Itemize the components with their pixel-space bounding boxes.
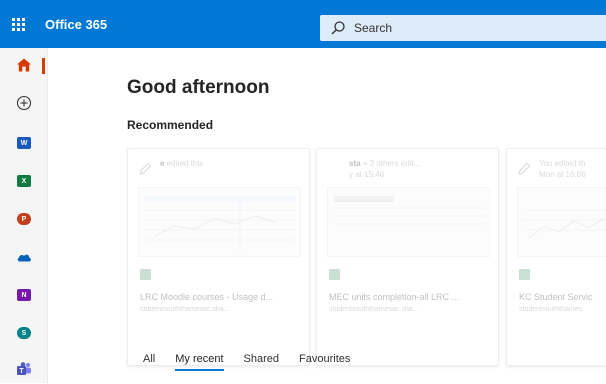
powerpoint-icon: P: [17, 213, 31, 225]
rail-item-create[interactable]: [0, 88, 48, 118]
rail-item-powerpoint[interactable]: P: [0, 204, 48, 234]
rail-item-onenote[interactable]: N: [0, 280, 48, 310]
sharepoint-icon: S: [17, 327, 31, 339]
onedrive-icon: [17, 254, 31, 262]
app-name[interactable]: Office 365: [45, 17, 107, 32]
greeting-title: Good afternoon: [127, 77, 270, 98]
teams-icon: T: [17, 362, 31, 375]
waffle-icon: [11, 17, 25, 31]
recommended-card[interactable]: You edited th Mon at 16:06 KC Student Se…: [506, 148, 606, 366]
word-icon: W: [17, 137, 31, 149]
tab-all[interactable]: All: [143, 353, 155, 371]
plus-icon: [16, 95, 32, 111]
search-placeholder: Search: [354, 21, 393, 35]
loading-overlay: [128, 149, 309, 365]
home-icon: [17, 58, 31, 72]
rail-item-home[interactable]: [0, 50, 48, 80]
search-box[interactable]: Search: [320, 15, 606, 41]
excel-icon: X: [17, 175, 31, 187]
svg-text:T: T: [19, 368, 24, 375]
tab-favourites[interactable]: Favourites: [299, 353, 350, 371]
app-launcher-button[interactable]: [0, 0, 36, 48]
search-icon: [331, 21, 345, 35]
loading-overlay: [317, 149, 498, 365]
rail-item-onedrive[interactable]: [0, 242, 48, 272]
recommended-title: Recommended: [127, 118, 214, 132]
rail-item-word[interactable]: W: [0, 128, 48, 158]
loading-overlay: [507, 149, 606, 365]
app-rail: W X P N S T: [0, 48, 48, 383]
main-content: Good afternoon Recommended e edited this: [48, 48, 606, 383]
active-indicator: [42, 58, 45, 74]
tab-my-recent[interactable]: My recent: [175, 353, 224, 371]
top-bar: Office 365 Search: [0, 0, 606, 48]
recommended-card[interactable]: e edited this LRC Moodle courses - Usage…: [127, 148, 310, 366]
tab-shared[interactable]: Shared: [244, 353, 279, 371]
rail-item-teams[interactable]: T: [0, 354, 48, 384]
rail-item-sharepoint[interactable]: S: [0, 318, 48, 348]
file-filter-tabs: All My recent Shared Favourites: [143, 353, 370, 371]
recommended-card[interactable]: sta + 3 others edit... y at 15:40 MEC un…: [316, 148, 499, 366]
onenote-icon: N: [17, 289, 31, 301]
rail-item-excel[interactable]: X: [0, 166, 48, 196]
